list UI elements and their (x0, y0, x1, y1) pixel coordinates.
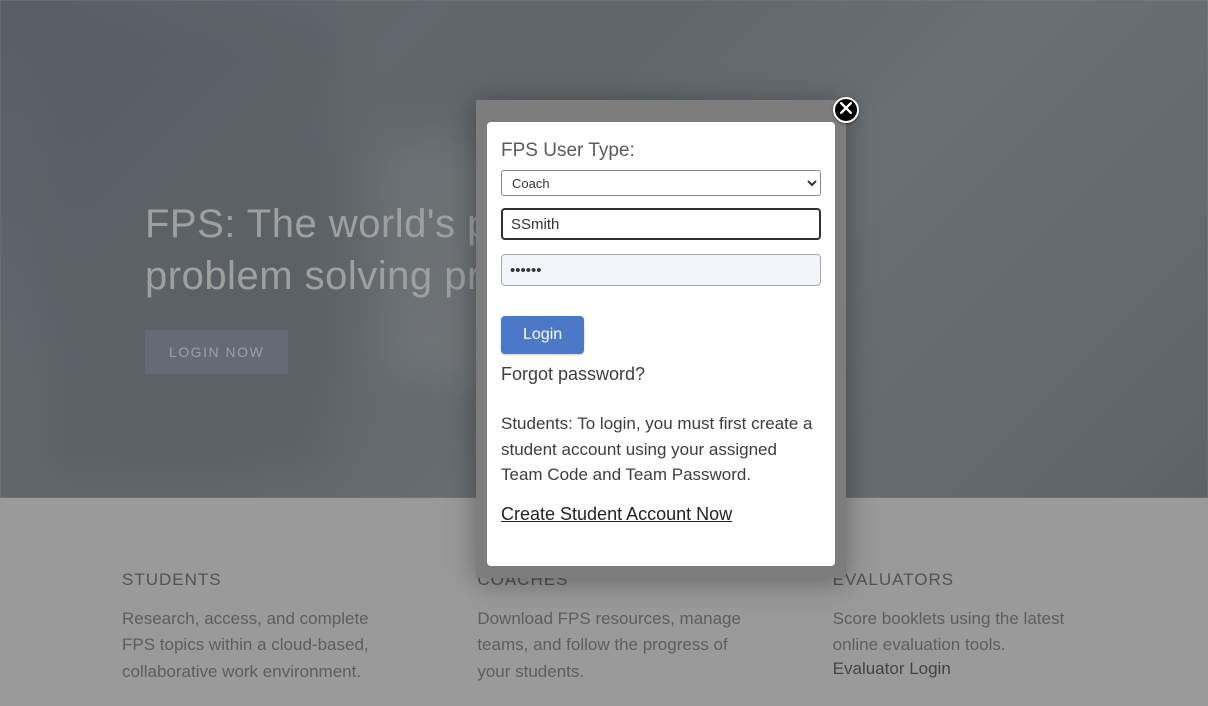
user-type-label: FPS User Type: (501, 140, 821, 162)
login-button[interactable]: Login (501, 316, 584, 354)
create-student-account-link[interactable]: Create Student Account Now (501, 504, 732, 525)
forgot-password-link[interactable]: Forgot password? (501, 364, 821, 385)
student-login-message: Students: To login, you must first creat… (501, 411, 821, 488)
close-icon (840, 101, 852, 119)
login-modal: FPS User Type: Coach Login Forgot passwo… (487, 122, 835, 566)
username-input[interactable] (501, 208, 821, 240)
user-type-select[interactable]: Coach (501, 170, 821, 196)
password-input[interactable] (501, 254, 821, 286)
close-button[interactable] (833, 97, 859, 123)
